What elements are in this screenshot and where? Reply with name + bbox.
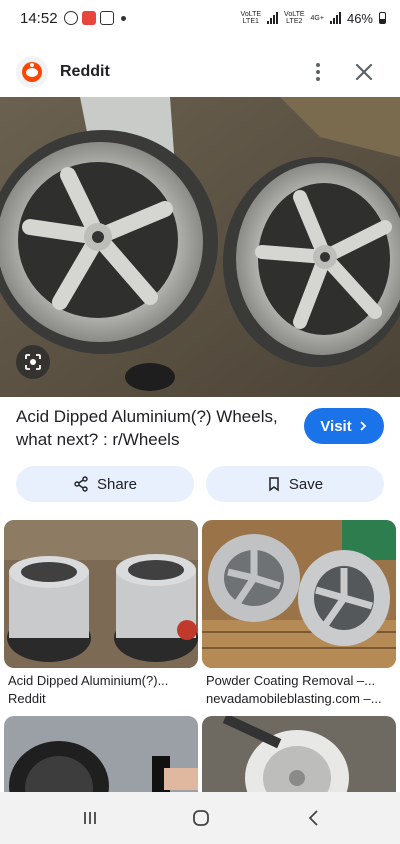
share-button[interactable]: Share [16, 466, 194, 502]
wheels-photo [0, 97, 400, 397]
sim1-label: VoLTE LTE1 [240, 11, 262, 25]
related-source-2: nevadamobileblasting.com –... [206, 691, 382, 706]
site-name: Reddit [60, 63, 110, 80]
app-notification-icon [81, 11, 96, 25]
system-nav-bar [0, 792, 400, 844]
close-icon[interactable] [352, 60, 376, 84]
chevron-right-icon [360, 421, 366, 431]
recent-apps-icon[interactable] [82, 810, 98, 826]
visit-button[interactable]: Visit [304, 408, 384, 444]
signal-icon-2 [329, 12, 341, 24]
lens-search-button[interactable] [16, 345, 50, 379]
back-icon[interactable] [306, 809, 322, 827]
related-image-3[interactable] [4, 716, 198, 796]
dot-icon [120, 15, 126, 21]
save-label: Save [288, 475, 324, 493]
save-button[interactable]: Save [206, 466, 384, 502]
sim2-label: VoLTE LTE2 [284, 11, 305, 25]
related-caption-2[interactable]: Powder Coating Removal –... [206, 672, 392, 689]
share-label: Share [96, 475, 138, 493]
battery-percent: 46% [346, 10, 373, 26]
notification-icons [63, 11, 126, 25]
related-source-1: Reddit [8, 691, 46, 706]
status-time: 14:52 [20, 9, 58, 27]
share-icon [74, 476, 88, 492]
result-title[interactable]: Acid Dipped Aluminium(?) Wheels, what ne… [16, 405, 296, 451]
visit-label: Visit [320, 417, 352, 435]
battery-icon [379, 12, 386, 24]
home-icon[interactable] [191, 808, 211, 828]
viewer-header: Reddit [0, 50, 400, 94]
signal-icon [267, 12, 279, 24]
reddit-logo [16, 56, 48, 88]
status-indicators: VoLTE LTE1 VoLTE LTE2 4G+ 46% [241, 0, 386, 36]
related-image-2[interactable] [202, 520, 396, 668]
lens-icon [25, 354, 41, 370]
related-image-4[interactable] [202, 716, 396, 796]
panda-app-icon [63, 11, 78, 25]
network-type: 4G+ [310, 14, 324, 22]
related-caption-1[interactable]: Acid Dipped Aluminium(?)... [8, 672, 194, 689]
status-bar: 14:52 VoLTE LTE1 VoLTE LTE2 4G+ 46% [0, 0, 400, 36]
photo-notification-icon [99, 11, 114, 25]
related-image-1[interactable] [4, 520, 198, 668]
more-options-icon[interactable] [308, 60, 328, 84]
bookmark-icon [269, 477, 279, 492]
main-image[interactable] [0, 97, 400, 397]
